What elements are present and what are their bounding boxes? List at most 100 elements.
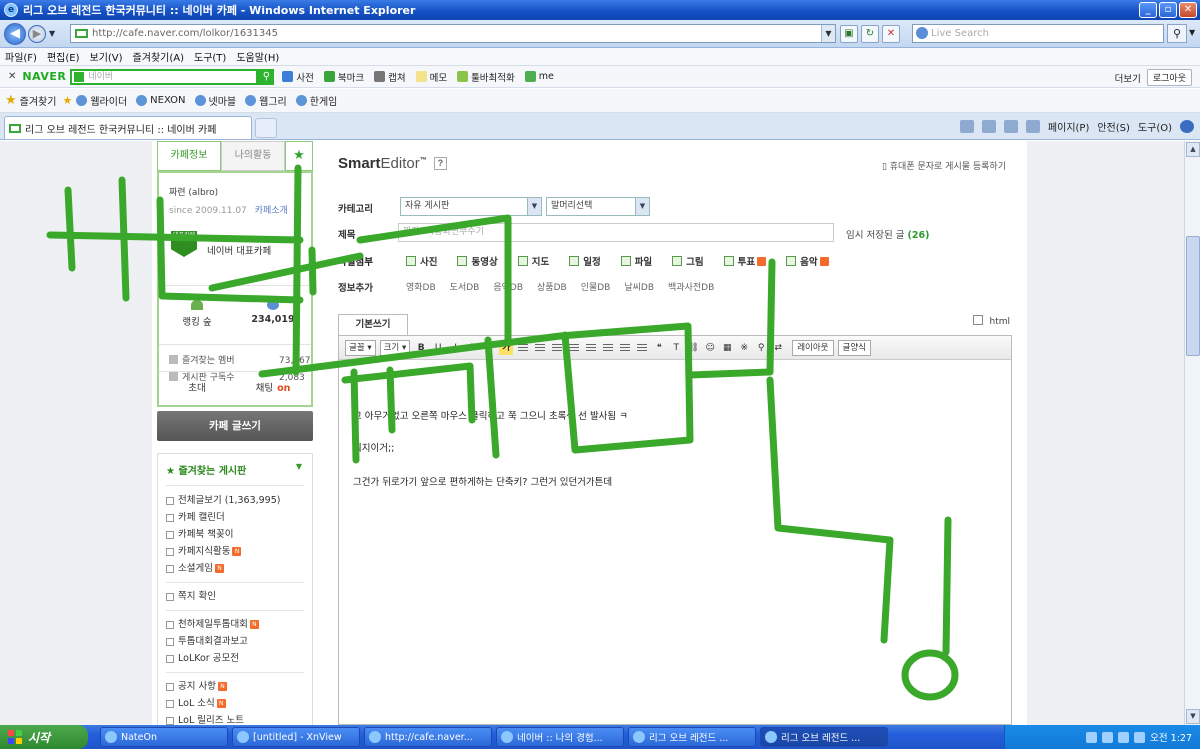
print-icon[interactable] [1025,120,1040,133]
compatibility-icon[interactable]: ▣ [840,25,858,43]
board-item[interactable]: 카페북 책꽂이 [166,526,304,543]
tab-cafe-info[interactable]: 카페정보 [157,141,221,171]
board-item[interactable]: LoL 소식 N [166,695,304,712]
html-checkbox[interactable] [973,315,984,325]
recent-pages-dropdown[interactable]: ▼ [49,29,55,38]
board-item[interactable]: 공지 사항 N [166,678,304,695]
board-item[interactable]: 전체글보기 (1,363,995) [166,492,304,509]
replace-icon[interactable]: ⇄ [771,341,785,355]
tray-icon[interactable] [1102,731,1114,743]
cafe-intro-link[interactable]: 카페소개 [255,206,288,216]
toolbar-bookmark[interactable]: 북마크 [323,70,364,84]
taskbar-task[interactable]: 리그 오브 레전드 ... [628,727,756,747]
spellcheck-icon[interactable]: ⚲ [754,341,768,355]
members-stat[interactable]: 234,019 [235,300,311,325]
feeds-icon[interactable] [981,120,996,133]
write-post-button[interactable]: 카페 글쓰기 [157,411,313,441]
close-button[interactable]: ✕ [1179,2,1197,18]
address-input[interactable]: http://cafe.naver.com/lolkor/1631345 ▼ [70,24,836,43]
attach-5-button[interactable]: 그림 [672,254,704,268]
board-item[interactable]: 투톱대회결과보고 [166,633,304,650]
favorite-item[interactable]: NEXON [136,95,186,106]
taskbar-task[interactable]: 리그 오브 레전드 ... [760,727,888,747]
board-item[interactable]: LoLKor 공모전 [166,650,304,667]
mobile-register-link[interactable]: ▯ 휴대폰 문자로 게시물 등록하기 [882,159,1006,172]
attach-7-button[interactable]: 음악 [786,254,829,268]
tab-my-activity[interactable]: 나의활동 [221,141,285,171]
temp-saved-link[interactable]: 임시 저장된 글 (26) [846,227,929,241]
board-item[interactable]: 쪽지 확인 [166,588,304,605]
underline-button[interactable]: U [431,341,445,355]
layout-button[interactable]: 레이아웃 [792,339,834,356]
logout-button[interactable]: 로그아웃 [1146,69,1192,86]
indent-icon[interactable] [618,340,633,355]
board-item[interactable]: 카페지식활동 N [166,543,304,560]
font-color-button[interactable]: 가 [482,341,496,355]
add-favorite-icon[interactable]: ★ [62,94,72,107]
scroll-up-icon[interactable]: ▲ [1186,142,1200,157]
manager-name[interactable]: 짜련 (albro) [169,185,218,198]
back-button[interactable]: ◀ [4,22,26,45]
menu-view[interactable]: 보기(V) [85,49,128,64]
refresh-icon[interactable]: ↻ [861,25,879,43]
toolbar-me[interactable]: me [524,71,554,82]
info-db-link[interactable]: 도서DB [450,280,480,294]
forward-button[interactable]: ▶ [28,24,46,43]
toolbar-memo[interactable]: 메모 [415,70,447,84]
close-toolbar-icon[interactable]: ✕ [8,71,16,82]
toolbar-optimize[interactable]: 툴바최적화 [457,70,515,84]
clock[interactable]: 오전 1:27 [1150,730,1192,744]
search-options-dropdown[interactable]: ▼ [1189,28,1195,37]
taskbar-task[interactable]: NateOn [100,727,228,747]
bold-button[interactable]: B [414,341,428,355]
attach-3-button[interactable]: 일정 [569,254,601,268]
favorite-item[interactable]: 웹그리 [245,93,287,108]
chat-button[interactable]: 채팅 on [235,372,311,405]
maximize-button[interactable]: ▫ [1159,2,1177,18]
star-icon[interactable]: ★ [285,141,313,171]
search-go-button[interactable]: ⚲ [1167,24,1187,43]
favorite-item[interactable]: 넷마블 [194,93,236,108]
invite-button[interactable]: 초대 [159,372,235,405]
menu-tools[interactable]: 도구(T) [189,49,231,64]
background-color-button[interactable]: 가 [499,340,514,355]
menu-help[interactable]: 도움말(H) [231,49,284,64]
info-db-link[interactable]: 상품DB [537,280,567,294]
attach-2-button[interactable]: 지도 [517,254,549,268]
page-scrollbar[interactable]: ▲ ▼ [1184,141,1200,725]
live-search-input[interactable]: Live Search [912,24,1164,43]
more-button[interactable]: 더보기 [1115,71,1141,85]
minimize-button[interactable]: _ [1139,2,1157,18]
safety-menu[interactable]: 안전(S) [1097,119,1130,134]
taskbar-task[interactable]: http://cafe.naver... [364,727,492,747]
help-icon[interactable]: ? [433,157,447,170]
strike-button[interactable]: S [465,341,479,355]
attach-1-button[interactable]: 동영상 [457,254,498,268]
list-item[interactable]: 즐겨찾는 멤버 73,867 [169,353,311,370]
table-icon[interactable]: ▦ [720,341,734,355]
page-menu[interactable]: 페이지(P) [1048,119,1089,134]
bullet-list-icon[interactable] [601,340,616,355]
ranking-stat[interactable]: 랭킹 숲 [159,300,235,328]
scroll-thumb[interactable] [1186,236,1200,356]
quote-icon[interactable]: ❝ [652,341,666,355]
favorites-button[interactable]: 즐겨찾기 [20,93,57,108]
info-db-link[interactable]: 음악DB [493,280,523,294]
attach-0-button[interactable]: 사진 [406,254,437,268]
title-input[interactable]: 짜자! 바탕화면부수기 [398,223,834,242]
home-icon[interactable] [959,120,974,133]
info-db-link[interactable]: 영화DB [406,280,436,294]
menu-edit[interactable]: 편집(E) [42,49,85,64]
align-right-icon[interactable] [550,340,565,355]
stop-icon[interactable]: ✕ [882,25,900,43]
menu-favorites[interactable]: 즐겨찾기(A) [128,49,189,64]
template-button[interactable]: 글양식 [837,339,871,356]
scroll-down-icon[interactable]: ▼ [1186,709,1200,724]
emoticon-icon[interactable]: ☺ [703,341,717,355]
text-style-icon[interactable]: T [669,341,683,355]
info-db-link[interactable]: 인물DB [581,280,611,294]
naver-search-input[interactable]: 네이버 [70,68,259,85]
category-select[interactable]: 자유 게시판 ▼ [400,197,542,216]
taskbar-task[interactable]: [untitled] - XnView [232,727,360,747]
board-item[interactable]: 카페 캘린더 [166,509,304,526]
